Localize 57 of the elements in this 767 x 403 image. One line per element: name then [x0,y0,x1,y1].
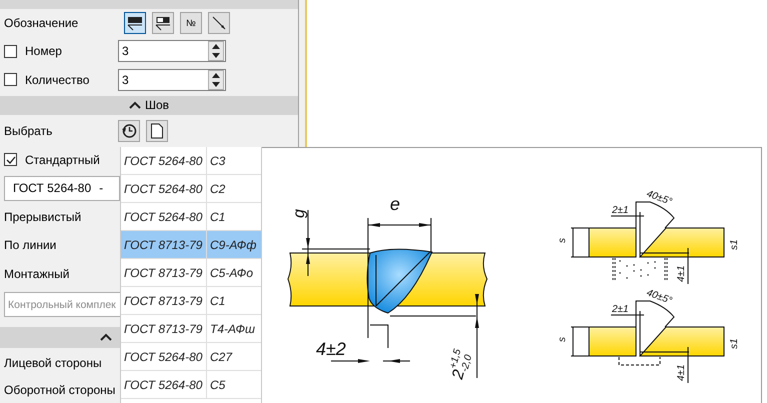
option-label: По линии [4,238,56,252]
toolbar-button[interactable] [146,120,168,142]
checkbox[interactable] [4,44,17,58]
section-title: Шов [144,98,170,112]
spin-buttons[interactable] [208,70,224,90]
designation-button[interactable]: № [180,12,202,34]
document-icon [150,123,164,140]
option-label: Лицевой стороны [4,356,102,370]
checkbox-label: Стандартный [25,152,100,167]
dimension-label: s [557,238,568,243]
option-label: Оборотной стороны [4,382,116,397]
designation-button[interactable] [208,12,230,34]
weld-mark-icon [155,14,171,31]
checkbox-label: Номер [25,44,62,58]
dimension-label: 4±2 [316,339,346,359]
list-item[interactable]: ГОСТ 5264-80 С2 [121,175,261,203]
checkbox-label: Количество [25,72,90,87]
designation-button[interactable] [124,12,146,34]
list-item[interactable]: ГОСТ 8713-79 С9-АФф [121,231,261,259]
dimension-label: s1 [729,338,740,349]
field-label: Обозначение [4,16,78,30]
spin-buttons[interactable] [208,41,224,62]
toolbar-button[interactable] [118,120,140,142]
list-item[interactable]: ГОСТ 8713-79 С1 [121,287,261,315]
list-item[interactable]: ГОСТ 5264-80 С3 [121,147,261,175]
spin-field[interactable]: 3 [118,68,226,91]
flux-backing-drawing [612,258,668,282]
dimension-label: s1 [729,239,740,250]
input-field[interactable]: Контрольный комплек [4,292,120,317]
dimension-label: 4±1 [676,364,687,381]
checkbox[interactable] [4,153,17,166]
option-label: Прерывистый [4,210,82,224]
dimension-label: 40±5° [644,188,674,208]
dimension-label: e [390,194,400,214]
dimension-label: 4±1 [676,265,687,282]
collapse-caret-icon[interactable] [128,101,141,110]
backing-strip-drawing [618,356,660,366]
list-item[interactable]: ГОСТ 5264-80 С27 [121,343,261,371]
leader-icon [211,14,227,31]
list-item[interactable]: ГОСТ 8713-79 Т4-АФш [121,315,261,343]
dimension-label: s [557,337,568,342]
designation-button[interactable] [152,12,174,34]
dimension-label: g [291,209,308,218]
collapse-caret-icon[interactable] [100,333,112,342]
option-label: Монтажный [4,266,70,281]
list-item[interactable]: ГОСТ 5264-80 С5 [121,371,261,399]
weld-mark-icon [127,14,143,31]
dimension-label: 40±5° [644,287,674,307]
field-label: Выбрать [4,124,52,138]
history-icon [121,123,137,140]
spin-field[interactable]: 3 [118,40,226,62]
standard-dropdown[interactable]: ГОСТ 5264-80 - [4,176,120,201]
checkbox[interactable] [4,73,17,86]
dimension-label: 2±1 [612,205,629,216]
dimension-label: 2±1 [612,304,629,315]
section-header[interactable]: Шов [0,96,298,115]
list-item[interactable]: ГОСТ 8713-79 С5-АФо [121,259,261,287]
